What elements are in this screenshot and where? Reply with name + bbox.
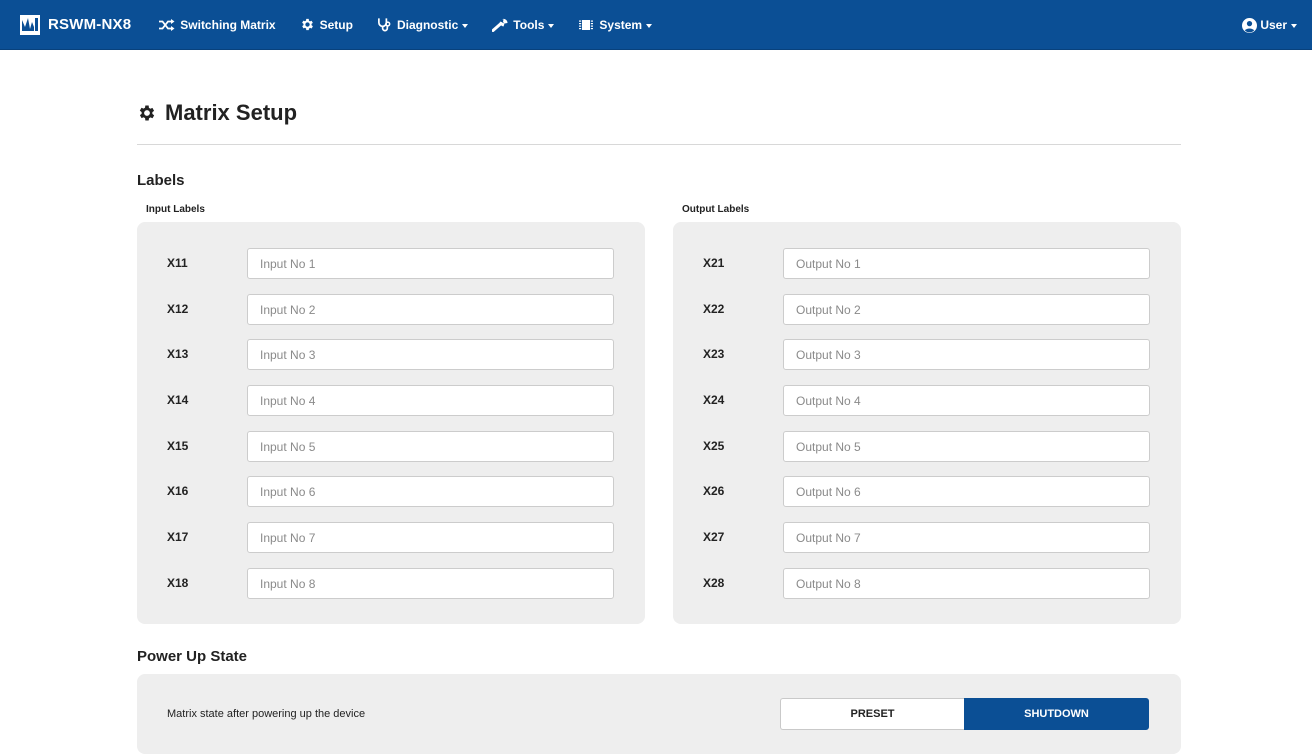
input-row: X17 [137, 522, 645, 553]
output-row: X21 [673, 248, 1181, 279]
labels-heading: Labels [137, 172, 185, 189]
input-labels-panel: X11 X12 X13 X14 X15 X16 X17 X18 [137, 222, 645, 624]
output-row: X25 [673, 431, 1181, 462]
input-row: X16 [137, 476, 645, 507]
gear-icon [301, 18, 313, 31]
page-title: Matrix Setup [137, 100, 297, 126]
output-port-label: X25 [703, 439, 725, 453]
output-port-label: X27 [703, 530, 725, 544]
input-label-input[interactable] [247, 431, 614, 462]
power-up-heading: Power Up State [137, 648, 248, 665]
top-navbar: RSWM-NX8 Switching Matrix Setup Diagnost… [0, 0, 1312, 50]
input-row: X11 [137, 248, 645, 279]
brand[interactable]: RSWM-NX8 [20, 14, 132, 35]
input-label-input[interactable] [247, 568, 614, 599]
nav-system-label: System [599, 17, 643, 32]
title-divider [137, 144, 1181, 145]
input-labels-heading: Input Labels [146, 204, 205, 215]
output-port-label: X23 [703, 347, 725, 361]
input-port-label: X15 [167, 439, 189, 453]
output-label-input[interactable] [783, 294, 1150, 325]
user-circle-icon [1242, 17, 1258, 33]
input-port-label: X11 [167, 256, 188, 270]
user-menu-label: User [1260, 18, 1287, 32]
power-up-description: Matrix state after powering up the devic… [167, 708, 366, 720]
brand-logo-icon [20, 14, 40, 35]
power-up-panel: Matrix state after powering up the devic… [137, 674, 1181, 754]
output-port-label: X26 [703, 484, 725, 498]
input-port-label: X14 [167, 393, 189, 407]
output-labels-heading: Output Labels [682, 204, 750, 215]
output-label-input[interactable] [783, 339, 1150, 370]
input-label-input[interactable] [247, 476, 614, 507]
input-port-label: X18 [167, 576, 189, 590]
output-label-input[interactable] [783, 385, 1150, 416]
output-row: X28 [673, 568, 1181, 599]
nav-switching-matrix[interactable]: Switching Matrix [159, 17, 276, 32]
output-labels-panel: X21 X22 X23 X24 X25 X26 X27 X28 [673, 222, 1181, 624]
input-row: X18 [137, 568, 645, 599]
input-port-label: X12 [167, 302, 189, 316]
brand-name: RSWM-NX8 [48, 16, 132, 33]
input-row: X12 [137, 294, 645, 325]
input-label-input[interactable] [247, 385, 614, 416]
input-port-label: X13 [167, 347, 189, 361]
nav-diagnostic-label: Diagnostic [396, 17, 459, 32]
output-label-input[interactable] [783, 568, 1150, 599]
output-label-input[interactable] [783, 431, 1150, 462]
output-label-input[interactable] [783, 522, 1150, 553]
output-row: X22 [673, 294, 1181, 325]
input-port-label: X17 [167, 530, 189, 544]
gear-icon [139, 105, 155, 121]
nav-diagnostic[interactable]: Diagnostic [377, 17, 469, 32]
shutdown-button[interactable]: SHUTDOWN [964, 698, 1149, 730]
wrench-icon [492, 18, 508, 32]
nav-setup-label: Setup [319, 17, 353, 32]
output-label-input[interactable] [783, 248, 1150, 279]
output-row: X24 [673, 385, 1181, 416]
output-port-label: X28 [703, 576, 725, 590]
output-port-label: X24 [703, 393, 725, 407]
chevron-down-icon [462, 23, 469, 28]
input-row: X14 [137, 385, 645, 416]
input-label-input[interactable] [247, 522, 614, 553]
nav-tools[interactable]: Tools [492, 17, 555, 32]
output-row: X27 [673, 522, 1181, 553]
nav-system[interactable]: System [578, 17, 653, 33]
page-title-text: Matrix Setup [165, 100, 298, 125]
input-port-label: X16 [167, 484, 189, 498]
input-row: X13 [137, 339, 645, 370]
stethoscope-icon [377, 18, 391, 32]
nav-switching-matrix-label: Switching Matrix [180, 17, 276, 32]
output-label-input[interactable] [783, 476, 1150, 507]
nav-setup[interactable]: Setup [300, 17, 353, 32]
output-port-label: X21 [703, 256, 725, 270]
output-row: X23 [673, 339, 1181, 370]
nav-tools-label: Tools [513, 17, 545, 32]
chevron-down-icon [646, 23, 653, 28]
input-label-input[interactable] [247, 339, 614, 370]
input-label-input[interactable] [247, 248, 614, 279]
shuffle-icon [159, 18, 175, 31]
chevron-down-icon [1291, 24, 1297, 28]
output-port-label: X22 [703, 302, 725, 316]
user-menu[interactable]: User [1242, 0, 1297, 50]
chevron-down-icon [548, 23, 555, 28]
input-label-input[interactable] [247, 294, 614, 325]
input-row: X15 [137, 431, 645, 462]
preset-button[interactable]: PRESET [780, 698, 964, 730]
chip-icon [579, 19, 594, 30]
output-row: X26 [673, 476, 1181, 507]
